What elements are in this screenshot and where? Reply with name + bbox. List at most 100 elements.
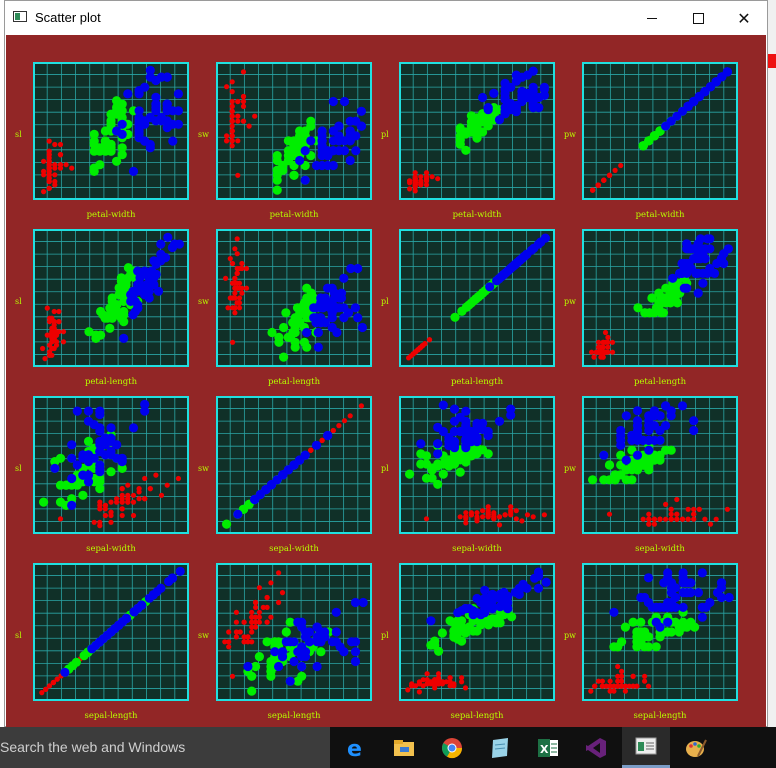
- data-point-setosa: [52, 182, 58, 188]
- data-point-virginica: [167, 573, 178, 583]
- data-point-virginica: [243, 661, 253, 672]
- data-point-virginica: [616, 430, 626, 441]
- data-point-virginica: [528, 66, 538, 76]
- data-point-setosa: [226, 639, 232, 645]
- data-point-setosa: [229, 673, 236, 679]
- y-axis-label: pw: [564, 130, 576, 139]
- data-point-virginica: [683, 101, 693, 111]
- data-point-versicolor: [290, 342, 300, 352]
- y-axis-label: pw: [564, 297, 576, 306]
- data-point-versicolor: [416, 459, 426, 469]
- data-point-versicolor: [105, 323, 115, 333]
- file-explorer-taskbar-button[interactable]: [380, 727, 428, 768]
- scatter-plot: [399, 62, 555, 200]
- data-point-virginica: [129, 607, 139, 617]
- data-point-setosa: [234, 236, 240, 242]
- data-point-setosa: [640, 516, 646, 522]
- data-point-setosa: [674, 516, 680, 522]
- data-point-setosa: [605, 344, 611, 350]
- data-point-virginica: [274, 661, 284, 672]
- scatter-plot: [216, 229, 372, 367]
- data-point-setosa: [679, 516, 686, 522]
- data-point-virginica: [724, 592, 734, 603]
- data-point-virginica: [311, 440, 322, 450]
- minimize-button[interactable]: [629, 1, 675, 35]
- data-point-setosa: [52, 172, 58, 178]
- data-point-setosa: [52, 141, 58, 148]
- data-point-setosa: [229, 108, 235, 114]
- data-point-versicolor: [78, 490, 88, 500]
- chrome-taskbar-button[interactable]: [428, 727, 476, 768]
- data-point-virginica: [700, 244, 710, 254]
- search-box[interactable]: Search the web and Windows: [0, 727, 330, 768]
- data-point-virginica: [327, 322, 337, 333]
- data-point-virginica: [300, 146, 310, 156]
- data-point-virginica: [487, 602, 497, 612]
- scatter-panel: [399, 62, 555, 200]
- data-point-virginica: [339, 96, 350, 107]
- notepad-taskbar-button[interactable]: [476, 727, 524, 768]
- data-point-setosa: [147, 486, 153, 492]
- close-button[interactable]: ✕: [721, 1, 767, 35]
- data-point-setosa: [233, 619, 239, 625]
- data-point-setosa: [358, 403, 364, 409]
- maximize-button[interactable]: [675, 1, 721, 35]
- data-point-virginica: [339, 303, 349, 313]
- data-point-setosa: [260, 604, 266, 610]
- data-point-virginica: [95, 406, 105, 416]
- data-point-versicolor: [450, 312, 460, 322]
- data-point-setosa: [69, 165, 75, 171]
- data-point-setosa: [252, 113, 258, 119]
- data-point-versicolor: [405, 469, 415, 479]
- scatter-plot: [582, 396, 738, 534]
- data-point-virginica: [485, 282, 495, 292]
- data-point-setosa: [234, 300, 240, 306]
- data-point-setosa: [619, 668, 625, 674]
- data-point-setosa: [57, 516, 64, 522]
- data-point-virginica: [461, 437, 471, 447]
- data-point-virginica: [661, 421, 671, 431]
- data-point-virginica: [293, 617, 303, 627]
- data-point-virginica: [663, 597, 673, 608]
- data-point-setosa: [347, 413, 353, 419]
- excel-taskbar-button[interactable]: X: [524, 727, 572, 768]
- data-point-setosa: [588, 688, 594, 694]
- data-point-setosa: [235, 98, 241, 105]
- visual-studio-taskbar-button[interactable]: [572, 727, 620, 768]
- data-point-setosa: [235, 118, 241, 124]
- data-point-virginica: [123, 89, 133, 99]
- data-point-setosa: [319, 437, 325, 443]
- data-point-setosa: [119, 506, 125, 512]
- data-point-versicolor: [628, 617, 638, 627]
- search-placeholder: Search the web and Windows: [0, 739, 186, 755]
- data-point-virginica: [334, 121, 344, 131]
- data-point-virginica: [328, 96, 338, 107]
- data-point-setosa: [40, 345, 46, 352]
- data-point-versicolor: [68, 661, 78, 671]
- data-point-setosa: [240, 103, 247, 109]
- paint-taskbar-button[interactable]: [672, 727, 720, 768]
- scatter-plot: [399, 229, 555, 367]
- data-point-virginica: [351, 146, 361, 156]
- scatter-plot-taskbar-button[interactable]: [622, 727, 670, 768]
- title-bar[interactable]: Scatter plot ✕: [5, 1, 767, 35]
- data-point-setosa: [459, 675, 465, 681]
- data-point-versicolor: [289, 146, 299, 156]
- data-point-setosa: [412, 180, 418, 186]
- data-point-setosa: [240, 118, 247, 124]
- data-point-setosa: [158, 492, 165, 498]
- edge-taskbar-button[interactable]: e: [332, 727, 380, 768]
- data-point-virginica: [67, 473, 77, 484]
- data-point-setosa: [668, 506, 674, 512]
- data-point-virginica: [302, 327, 312, 338]
- x-axis-label: petal-width: [269, 210, 319, 220]
- data-point-setosa: [243, 265, 250, 272]
- data-point-setosa: [502, 512, 508, 518]
- data-point-virginica: [151, 99, 161, 109]
- data-point-virginica: [112, 126, 122, 136]
- data-point-setosa: [606, 172, 613, 178]
- x-axis-label: petal-width: [635, 210, 685, 220]
- data-point-setosa: [153, 472, 159, 478]
- scatter-panel: [582, 563, 738, 701]
- data-point-setosa: [336, 423, 342, 429]
